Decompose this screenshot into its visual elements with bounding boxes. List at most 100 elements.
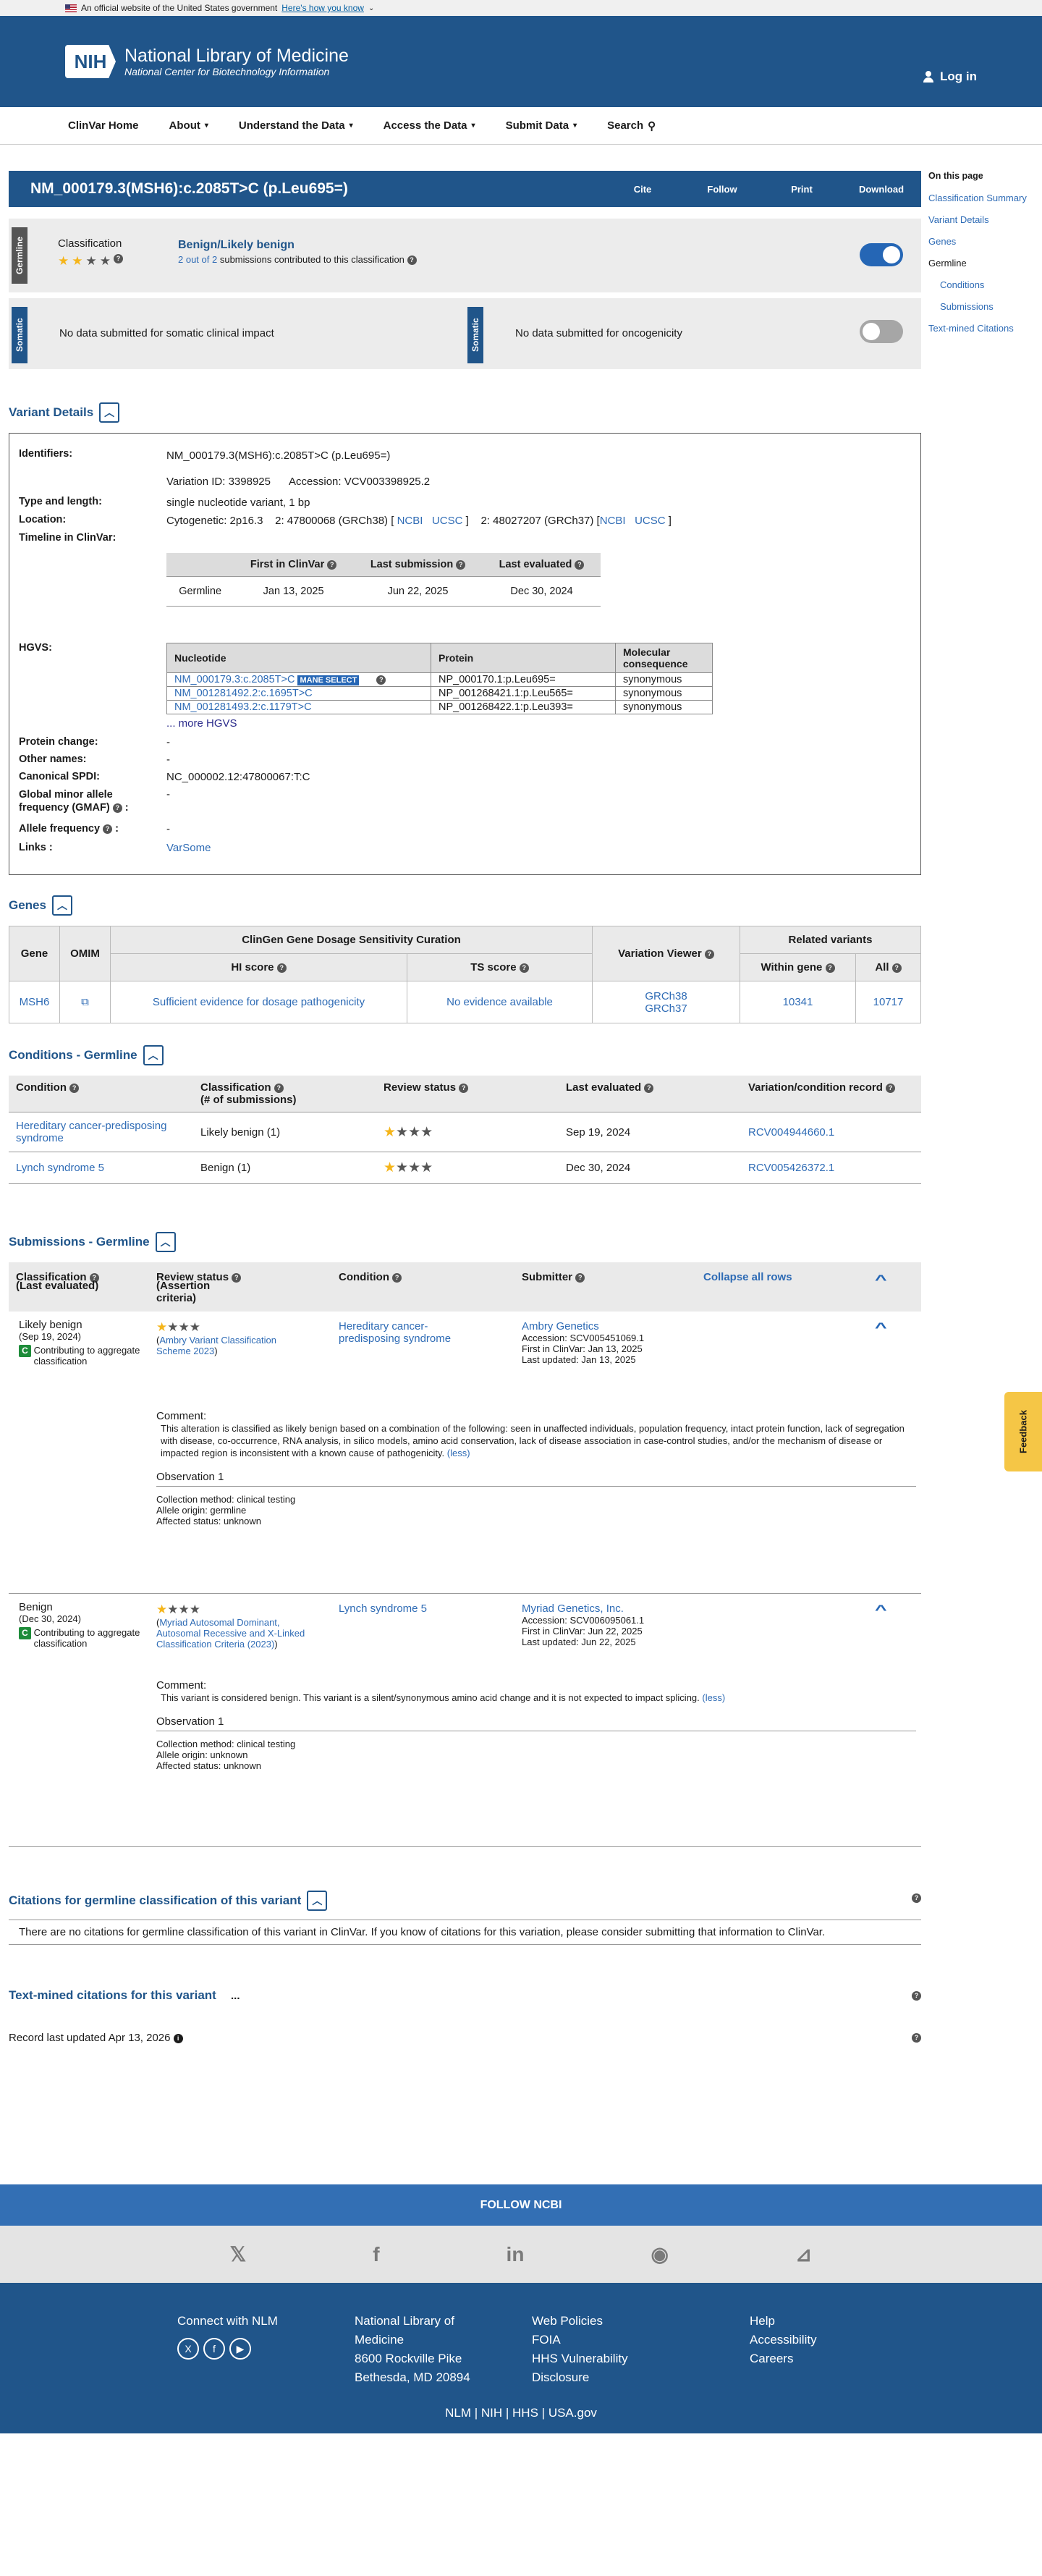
- grch37-link[interactable]: GRCh37: [596, 1002, 737, 1015]
- rss-icon[interactable]: ⊿: [795, 2242, 812, 2266]
- nav-access[interactable]: Access the Data ▾: [384, 119, 475, 132]
- help-icon[interactable]: ?: [825, 963, 835, 973]
- collapse-button[interactable]: ︿: [143, 1045, 164, 1065]
- collapse-all-link[interactable]: Collapse all rows: [703, 1271, 792, 1283]
- condition-link[interactable]: Lynch syndrome 5: [9, 1152, 193, 1184]
- footer-link[interactable]: Careers: [750, 2349, 817, 2368]
- submitter-link[interactable]: Ambry Genetics: [522, 1320, 644, 1333]
- footer-link[interactable]: NIH: [481, 2406, 502, 2420]
- criteria-link[interactable]: Ambry Variant Classification Scheme 2023: [156, 1335, 276, 1356]
- footer-link[interactable]: HHS: [512, 2406, 538, 2420]
- footer-link[interactable]: NLM: [445, 2406, 471, 2420]
- help-icon[interactable]: ?: [575, 559, 585, 570]
- print-button[interactable]: Print: [762, 184, 842, 195]
- help-icon[interactable]: ?: [912, 2033, 921, 2043]
- side-link-variant-details[interactable]: Variant Details: [928, 214, 1042, 225]
- help-icon[interactable]: ?: [459, 1083, 469, 1093]
- github-icon[interactable]: ◉: [651, 2242, 668, 2266]
- footer-link[interactable]: Disclosure: [532, 2368, 628, 2387]
- ncbi-link[interactable]: NCBI: [397, 515, 423, 527]
- external-link-icon[interactable]: ⧉: [59, 981, 111, 1023]
- help-icon[interactable]: ?: [112, 803, 122, 813]
- help-icon[interactable]: ?: [704, 949, 714, 959]
- hi-score-link[interactable]: Sufficient evidence for dosage pathogeni…: [110, 981, 407, 1023]
- how-you-know-link[interactable]: Here's how you know: [281, 3, 364, 13]
- footer-link[interactable]: USA.gov: [548, 2406, 597, 2420]
- x-icon[interactable]: X: [177, 2338, 199, 2360]
- footer-link[interactable]: HHS Vulnerability: [532, 2349, 628, 2368]
- help-icon[interactable]: ?: [891, 963, 902, 973]
- ncbi-link[interactable]: NCBI: [600, 515, 626, 527]
- within-gene-link[interactable]: 10341: [740, 981, 856, 1023]
- help-icon[interactable]: ?: [575, 1272, 585, 1283]
- linkedin-icon[interactable]: in: [507, 2243, 525, 2266]
- collapse-arrow-icon[interactable]: ^: [875, 1272, 887, 1288]
- collapse-button[interactable]: ︿: [99, 402, 120, 423]
- collapse-button[interactable]: ︿: [51, 895, 72, 916]
- footer-link[interactable]: Help: [750, 2312, 817, 2331]
- side-link-genes[interactable]: Genes: [928, 236, 1042, 247]
- cite-button[interactable]: Cite: [603, 184, 682, 195]
- nav-submit[interactable]: Submit Data ▾: [506, 119, 577, 132]
- nucleotide-link[interactable]: NM_000179.3:c.2085T>C: [174, 674, 295, 685]
- collapse-arrow-icon[interactable]: ^: [875, 1602, 887, 1618]
- footer-link[interactable]: FOIA: [532, 2331, 628, 2349]
- side-link-submissions[interactable]: Submissions: [928, 301, 1042, 312]
- nucleotide-link[interactable]: NM_001281493.2:c.1179T>C: [174, 701, 312, 713]
- rcv-link[interactable]: RCV005426372.1: [741, 1152, 921, 1184]
- condition-link[interactable]: Lynch syndrome 5: [339, 1602, 427, 1615]
- gene-link[interactable]: MSH6: [9, 981, 60, 1023]
- help-icon[interactable]: ?: [103, 824, 113, 834]
- side-link-conditions[interactable]: Conditions: [928, 279, 1042, 290]
- varsome-link[interactable]: VarSome: [166, 842, 211, 854]
- nav-understand[interactable]: Understand the Data ▾: [239, 119, 353, 132]
- help-icon[interactable]: ?: [327, 559, 337, 570]
- side-link-classification[interactable]: Classification Summary: [928, 193, 1042, 203]
- help-icon[interactable]: ?: [392, 1272, 402, 1283]
- help-icon[interactable]: ?: [886, 1083, 896, 1093]
- ts-score-link[interactable]: No evidence available: [407, 981, 593, 1023]
- criteria-link[interactable]: Myriad Autosomal Dominant, Autosomal Rec…: [156, 1617, 305, 1650]
- footer-link[interactable]: Web Policies: [532, 2312, 628, 2331]
- less-link[interactable]: (less): [702, 1692, 725, 1703]
- help-icon[interactable]: ?: [519, 963, 529, 973]
- help-icon[interactable]: ?: [912, 1991, 921, 2001]
- condition-link[interactable]: Hereditary cancer-predisposing syndrome: [339, 1320, 476, 1345]
- feedback-button[interactable]: Feedback: [1004, 1392, 1042, 1471]
- help-icon[interactable]: ?: [407, 256, 417, 266]
- ucsc-link[interactable]: UCSC: [432, 515, 463, 527]
- rcv-link[interactable]: RCV004944660.1: [741, 1112, 921, 1152]
- nav-clinvar-home[interactable]: ClinVar Home: [68, 119, 139, 132]
- nucleotide-link[interactable]: NM_001281492.2:c.1695T>C: [174, 688, 313, 699]
- collapse-arrow-icon[interactable]: ^: [875, 1320, 887, 1335]
- nav-search[interactable]: Search ⚲: [607, 119, 656, 132]
- follow-button[interactable]: Follow: [682, 184, 762, 195]
- nlm-logo[interactable]: NIH National Library of Medicine National…: [65, 45, 349, 78]
- help-icon[interactable]: ?: [912, 1893, 921, 1903]
- germline-toggle[interactable]: [860, 243, 903, 266]
- download-button[interactable]: Download: [842, 184, 921, 195]
- less-link[interactable]: (less): [447, 1448, 470, 1458]
- help-icon[interactable]: ?: [69, 1083, 80, 1093]
- facebook-icon[interactable]: f: [373, 2243, 379, 2266]
- more-hgvs-link[interactable]: ... more HGVS: [166, 717, 237, 730]
- help-icon[interactable]: ?: [644, 1083, 654, 1093]
- side-link-textmined[interactable]: Text-mined Citations: [928, 323, 1042, 334]
- x-icon[interactable]: 𝕏: [230, 2242, 247, 2266]
- submitter-link[interactable]: Myriad Genetics, Inc.: [522, 1602, 644, 1615]
- somatic-toggle[interactable]: [860, 320, 903, 343]
- login-button[interactable]: Log in: [923, 69, 977, 84]
- help-icon[interactable]: ?: [276, 963, 287, 973]
- grch38-link[interactable]: GRCh38: [596, 990, 737, 1002]
- footer-link[interactable]: Accessibility: [750, 2331, 817, 2349]
- submission-count-link[interactable]: 2 out of 2: [178, 254, 217, 265]
- nav-about[interactable]: About ▾: [169, 119, 208, 132]
- youtube-icon[interactable]: ▶: [229, 2338, 251, 2360]
- ucsc-link[interactable]: UCSC: [635, 515, 666, 527]
- condition-link[interactable]: Hereditary cancer-predisposing syndrome: [9, 1112, 193, 1152]
- collapse-button[interactable]: ︿: [155, 1232, 176, 1252]
- help-icon[interactable]: ?: [274, 1083, 284, 1093]
- collapse-button[interactable]: ︿: [307, 1891, 328, 1911]
- help-icon[interactable]: ?: [376, 675, 386, 685]
- all-link[interactable]: 10717: [855, 981, 921, 1023]
